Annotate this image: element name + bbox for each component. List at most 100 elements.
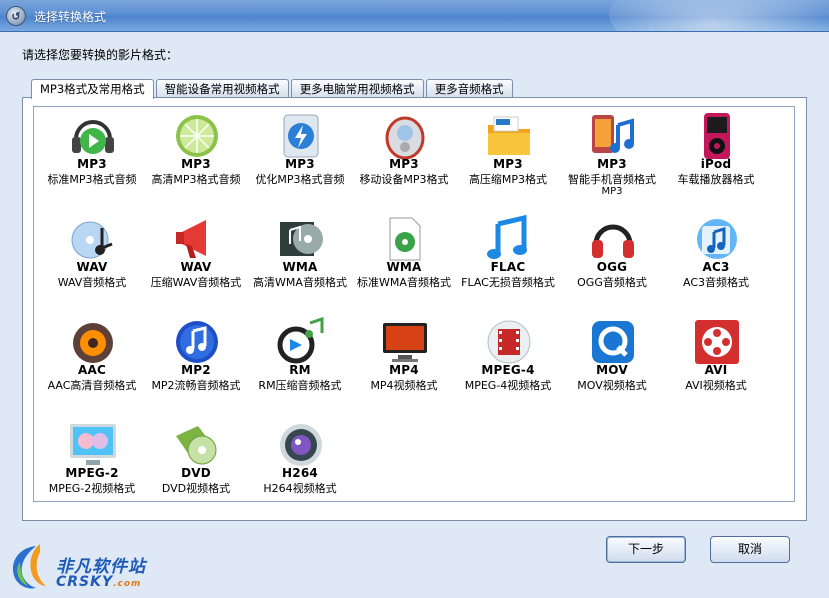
cancel-button[interactable]: 取消 <box>710 536 790 563</box>
format-description: 高清MP3格式音频 <box>151 173 241 186</box>
logo-text-en-suffix: .com <box>113 579 142 589</box>
format-item-mp2[interactable]: MP2 MP2流畅音频格式 <box>140 315 252 411</box>
window-title: 选择转换格式 <box>34 10 107 24</box>
dvd-disc-icon <box>172 420 222 470</box>
format-description: 压缩WAV音频格式 <box>150 276 242 289</box>
format-description: OGG音频格式 <box>577 276 647 289</box>
format-name: MP4 <box>389 363 419 377</box>
format-description: MPEG-4视频格式 <box>464 379 552 392</box>
quicktime-icon <box>588 317 638 367</box>
format-item-mpeg-4[interactable]: MPEG-4 MPEG-4视频格式 <box>452 315 564 411</box>
format-name: WAV <box>180 260 212 274</box>
format-item-flac[interactable]: FLAC FLAC无损音频格式 <box>452 212 564 308</box>
format-name: AAC <box>78 363 106 377</box>
back-arrow-icon[interactable]: ↺ <box>6 6 26 26</box>
format-name: iPod <box>700 157 732 171</box>
format-description: 高清WMA音频格式 <box>253 276 347 289</box>
tab-more-audio[interactable]: 更多音频格式 <box>425 79 513 98</box>
format-name: FLAC <box>490 260 526 274</box>
format-name: MOV <box>596 363 628 377</box>
format-item-dvd[interactable]: DVD DVD视频格式 <box>140 418 252 514</box>
format-description: 标准MP3格式音频 <box>47 173 137 186</box>
format-description: WAV音频格式 <box>57 276 127 289</box>
format-item-mp3[interactable]: MP3 优化MP3格式音频 <box>244 109 356 205</box>
format-item-mp3[interactable]: MP3 标准MP3格式音频 <box>36 109 148 205</box>
mobile-player-icon <box>380 111 430 161</box>
crsky-logo: 非凡软件站 CRSKY.com <box>6 540 156 594</box>
format-name: AC3 <box>702 260 730 274</box>
format-description: H264视频格式 <box>263 482 337 495</box>
format-item-wav[interactable]: WAV 压缩WAV音频格式 <box>140 212 252 308</box>
format-description: 标准WMA音频格式 <box>357 276 451 289</box>
format-name: WMA <box>282 260 318 274</box>
format-item-ac3[interactable]: AC3 AC3音频格式 <box>660 212 772 308</box>
format-description: AC3音频格式 <box>682 276 749 289</box>
format-item-mp3[interactable]: MP3 智能手机音频格式 MP3 <box>556 109 668 205</box>
film-circle-icon <box>484 317 534 367</box>
format-item-wma[interactable]: WMA 高清WMA音频格式 <box>244 212 356 308</box>
format-item-aac[interactable]: AAC AAC高清音频格式 <box>36 315 148 411</box>
format-grid: MP3 标准MP3格式音频 MP3 高清MP3格式音频 MP3 优化MP3格式音频 MP3 移… <box>33 106 795 502</box>
format-item-ogg[interactable]: OGG OGG音频格式 <box>556 212 668 308</box>
format-item-wav[interactable]: WAV WAV音频格式 <box>36 212 148 308</box>
format-description: 优化MP3格式音频 <box>255 173 345 186</box>
tv-screen-icon <box>68 420 118 470</box>
megaphone-icon <box>172 214 222 264</box>
tab-pc-video[interactable]: 更多电脑常用视频格式 <box>290 79 424 98</box>
audio-file-icon <box>380 214 430 264</box>
camera-lens-icon <box>276 420 326 470</box>
format-name: MP2 <box>181 363 211 377</box>
speaker-icon <box>68 317 118 367</box>
format-name: MP3 <box>389 157 419 171</box>
logo-text-en-main: CRSKY <box>56 574 114 590</box>
title-bar: ↺ 选择转换格式 <box>0 0 829 32</box>
prompt-label: 请选择您要转换的影片格式： <box>22 48 179 62</box>
logo-swirl-icon <box>12 544 46 589</box>
format-description: 智能手机音频格式 <box>568 173 656 186</box>
format-item-mpeg-2[interactable]: MPEG-2 MPEG-2视频格式 <box>36 418 148 514</box>
format-description: 车载播放器格式 <box>677 173 755 186</box>
format-description: RM压缩音频格式 <box>258 379 342 392</box>
format-item-h264[interactable]: H264 H264视频格式 <box>244 418 356 514</box>
format-name: WMA <box>386 260 422 274</box>
ipod-icon <box>692 111 742 161</box>
tab-panel: MP3 标准MP3格式音频 MP3 高清MP3格式音频 MP3 优化MP3格式音频 MP3 移… <box>22 97 807 521</box>
cd-case-icon <box>276 214 326 264</box>
folder-mp3-icon <box>484 111 534 161</box>
format-name: RM <box>289 363 311 377</box>
format-item-mov[interactable]: MOV MOV视频格式 <box>556 315 668 411</box>
format-name: MPEG-4 <box>481 363 535 377</box>
format-description: AAC高清音频格式 <box>47 379 137 392</box>
format-description: DVD视频格式 <box>161 482 231 495</box>
next-button[interactable]: 下一步 <box>606 536 686 563</box>
format-item-mp3[interactable]: MP3 移动设备MP3格式 <box>348 109 460 205</box>
tab-smart-device-video[interactable]: 智能设备常用视频格式 <box>155 79 289 98</box>
format-name: WAV <box>76 260 108 274</box>
format-item-ipod[interactable]: iPod 车载播放器格式 <box>660 109 772 205</box>
format-item-mp3[interactable]: MP3 高清MP3格式音频 <box>140 109 252 205</box>
format-item-rm[interactable]: RM RM压缩音频格式 <box>244 315 356 411</box>
format-name: MP3 <box>77 157 107 171</box>
lime-icon <box>172 111 222 161</box>
format-description: MOV视频格式 <box>577 379 647 392</box>
format-description: 高压缩MP3格式 <box>468 173 548 186</box>
title-bar-decoration-arc <box>649 0 769 31</box>
phone-music-icon <box>588 111 638 161</box>
cd-music-icon <box>68 214 118 264</box>
format-item-mp3[interactable]: MP3 高压缩MP3格式 <box>452 109 564 205</box>
format-item-mp4[interactable]: MP4 MP4视频格式 <box>348 315 460 411</box>
format-name: DVD <box>181 466 211 480</box>
format-name: MP3 <box>493 157 523 171</box>
format-item-wma[interactable]: WMA 标准WMA音频格式 <box>348 212 460 308</box>
format-name: MP3 <box>597 157 627 171</box>
format-description: MP2流畅音频格式 <box>151 379 241 392</box>
format-description-extra: MP3 <box>601 186 623 197</box>
monitor-icon <box>380 317 430 367</box>
format-tabs: MP3格式及常用格式 智能设备常用视频格式 更多电脑常用视频格式 更多音频格式 <box>31 79 515 99</box>
format-name: AVI <box>704 363 728 377</box>
headphones-play-icon <box>68 111 118 161</box>
realmedia-icon <box>276 317 326 367</box>
film-reel-icon <box>692 317 742 367</box>
tab-mp3-common[interactable]: MP3格式及常用格式 <box>31 79 154 99</box>
format-item-avi[interactable]: AVI AVI视频格式 <box>660 315 772 411</box>
